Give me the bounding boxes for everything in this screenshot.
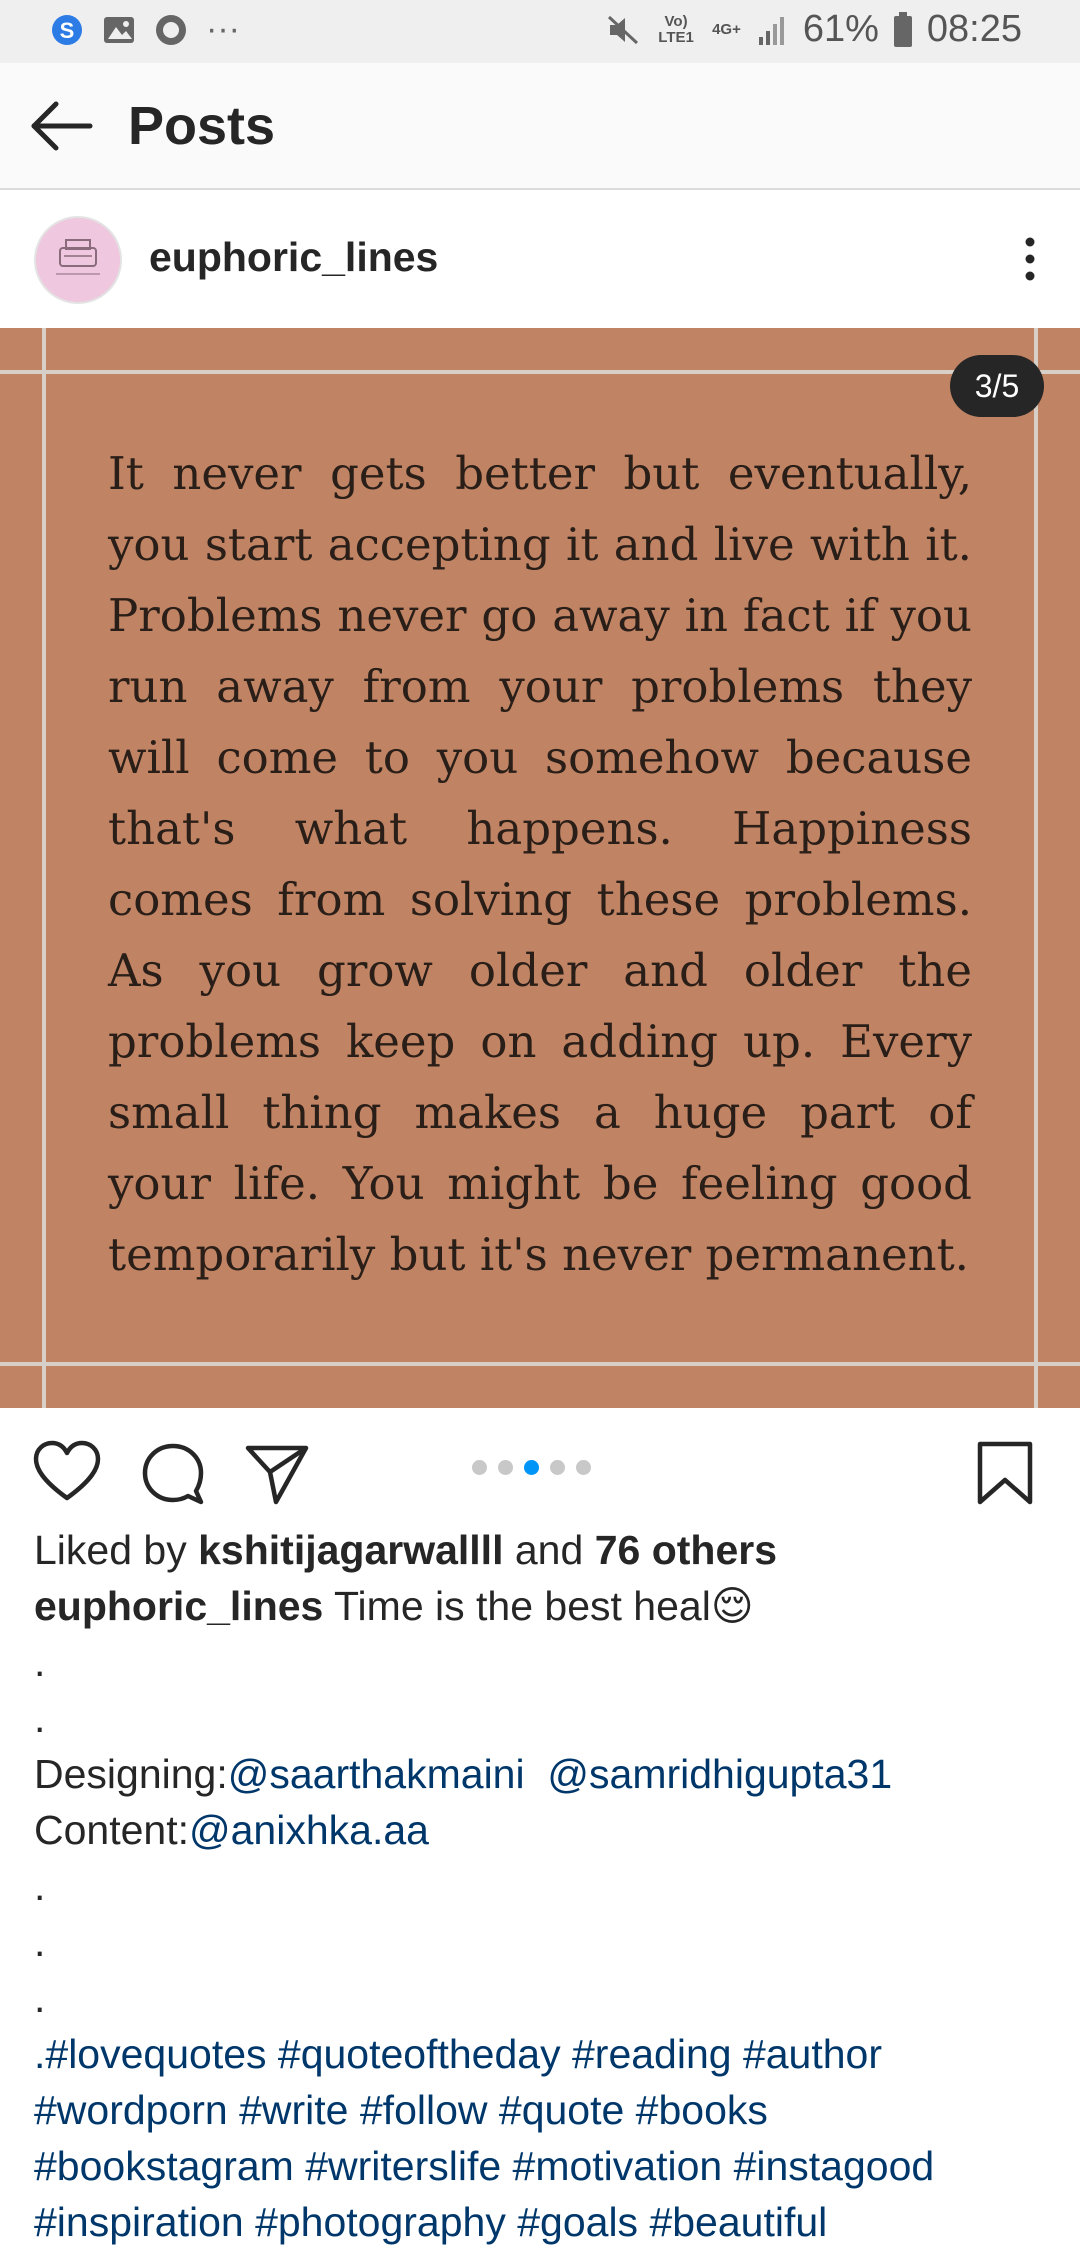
caption-dot: .: [34, 1919, 46, 1965]
liked-by-user[interactable]: kshitijagarwallll: [198, 1527, 503, 1573]
post-username[interactable]: euphoric_lines: [149, 234, 438, 281]
battery-icon: [893, 11, 912, 47]
carousel-dots: [472, 1460, 591, 1475]
carousel-dot: [576, 1460, 591, 1475]
content-mention[interactable]: @anixhka.aa: [189, 1807, 429, 1853]
frame-line-top: [0, 370, 1080, 374]
bookmark-icon[interactable]: [970, 1438, 1040, 1508]
app-bar: Posts: [0, 63, 1080, 190]
status-more: ···: [206, 10, 240, 48]
signal-icon: [758, 16, 784, 45]
caption-username[interactable]: euphoric_lines: [34, 1583, 323, 1629]
likes-prefix: Liked by: [34, 1527, 187, 1573]
likes-middle: and: [514, 1527, 584, 1573]
hashtags-line[interactable]: #wordporn #write #follow #quote #books: [34, 2082, 1054, 2138]
designing-label: Designing:: [34, 1751, 228, 1797]
hashtags-line[interactable]: .#lovequotes #quoteoftheday #reading #au…: [34, 2026, 1054, 2082]
mute-icon: [608, 15, 639, 44]
battery-percent: 61%: [802, 8, 879, 50]
frame-line-left: [42, 328, 46, 1408]
content-line: Content:@anixhka.aa: [34, 1802, 1054, 1858]
frame-line-bottom: [0, 1362, 1080, 1366]
comment-icon[interactable]: [138, 1438, 208, 1508]
content-label: Content:: [34, 1807, 189, 1853]
caption-dot: .: [34, 1695, 46, 1741]
record-icon: [156, 14, 186, 45]
caption-dot: .: [34, 1639, 46, 1685]
post-header: euphoric_lines: [0, 190, 1080, 328]
caption-first-line: euphoric_lines Time is the best heal😌: [34, 1578, 1054, 1634]
carousel-dot: [550, 1460, 565, 1475]
carousel-dot: [498, 1460, 513, 1475]
carousel-counter: 3/5: [950, 355, 1044, 417]
back-arrow-icon[interactable]: [28, 93, 94, 159]
designer-mention-2[interactable]: @samridhigupta31: [547, 1751, 892, 1797]
frame-line-right: [1034, 328, 1038, 1408]
designer-mention-1[interactable]: @saarthakmaini: [228, 1751, 525, 1797]
typewriter-logo-icon: [56, 239, 100, 275]
hashtags-line[interactable]: #inspiration #photography #goals #beauti…: [34, 2194, 1054, 2250]
page-title: Posts: [128, 96, 276, 156]
carousel-dot-active: [524, 1460, 539, 1475]
carousel-dot: [472, 1460, 487, 1475]
avatar[interactable]: [34, 216, 122, 304]
relieved-emoji: 😌: [710, 1583, 754, 1629]
post-caption: Liked by kshitijagarwallll and 76 others…: [34, 1522, 1054, 2250]
share-icon[interactable]: [242, 1438, 312, 1508]
likes-others[interactable]: 76 others: [595, 1527, 777, 1573]
svg-text:S: S: [60, 18, 75, 43]
designing-line: Designing:@saarthakmaini @samridhigupta3…: [34, 1746, 1054, 1802]
caption-dot: .: [34, 1863, 46, 1909]
likes-line: Liked by kshitijagarwallll and 76 others: [34, 1522, 1054, 1578]
quote-text: It never gets better but eventually, you…: [108, 447, 972, 1281]
app-s-icon: S: [52, 14, 82, 45]
network-type-label: 4G+: [712, 20, 741, 38]
status-bar: S ··· Vo) LTE1 4G+ 61% 08:25: [0, 0, 1080, 63]
clock: 08:25: [926, 8, 1022, 50]
caption-dot: .: [34, 1975, 46, 2021]
caption-text: Time is the best heal: [334, 1583, 711, 1629]
volte-label: Vo) LTE1: [658, 12, 694, 46]
more-options-icon[interactable]: [1010, 226, 1050, 292]
hashtags-line[interactable]: #bookstagram #writerslife #motivation #i…: [34, 2138, 1054, 2194]
gallery-icon: [104, 16, 134, 43]
heart-icon[interactable]: [32, 1438, 102, 1508]
